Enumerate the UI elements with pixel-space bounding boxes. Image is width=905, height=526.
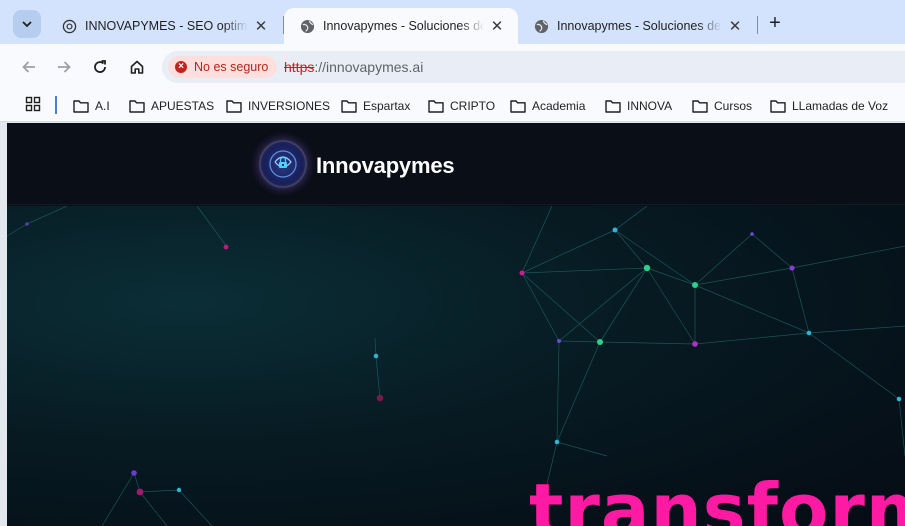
close-icon[interactable]: ✕ xyxy=(488,17,506,35)
bookmark-inversiones[interactable]: INVERSIONES xyxy=(226,96,330,116)
home-icon xyxy=(130,60,144,74)
globe-icon xyxy=(300,19,315,34)
reload-icon xyxy=(94,60,106,73)
bookmark-ai[interactable]: A.I xyxy=(73,96,110,116)
bookmark-innova[interactable]: INNOVA xyxy=(605,96,672,116)
bookmarks-bar: A.I APUESTAS INVERSIONES Espartax CRIPTO… xyxy=(0,90,905,122)
folder-icon xyxy=(605,100,621,113)
browser-window: INNOVAPYMES - SEO optimizado ✕ Innovapym… xyxy=(0,0,905,526)
window-edge xyxy=(0,123,7,526)
reload-button[interactable] xyxy=(87,54,113,80)
tab-title: INNOVAPYMES - SEO optimizado xyxy=(85,19,248,33)
site-brand[interactable]: Innovapymes xyxy=(316,153,455,179)
openai-icon xyxy=(62,19,77,34)
url-rest: ://innovapymes.ai xyxy=(314,59,424,75)
tab-1[interactable]: INNOVAPYMES - SEO optimizado ✕ xyxy=(46,8,282,44)
folder-icon xyxy=(129,100,145,113)
bookmark-label: CRIPTO xyxy=(450,99,496,113)
toolbar: × No es seguro https://innovapymes.ai xyxy=(0,44,905,90)
new-tab-button[interactable]: + xyxy=(764,12,786,34)
bookmark-cursos[interactable]: Cursos xyxy=(692,96,752,116)
bookmark-llamadas-de-voz[interactable]: LLamadas de Voz xyxy=(770,96,888,116)
folder-icon xyxy=(510,100,526,113)
tab-title: Innovapymes - Soluciones de IA xyxy=(557,19,722,33)
url-scheme: https xyxy=(284,59,315,75)
site-logo[interactable] xyxy=(259,140,307,188)
tab-strip: INNOVAPYMES - SEO optimizado ✕ Innovapym… xyxy=(0,0,905,44)
close-icon[interactable]: ✕ xyxy=(726,17,744,35)
arrow-right-icon xyxy=(58,61,71,73)
forward-button[interactable] xyxy=(51,54,77,80)
bookmark-label: Academia xyxy=(532,99,586,113)
bookmark-apuestas[interactable]: APUESTAS xyxy=(129,96,214,116)
folder-icon xyxy=(341,100,357,113)
security-chip[interactable]: × No es seguro xyxy=(168,56,278,78)
close-icon[interactable]: ✕ xyxy=(252,17,270,35)
chevron-down-icon xyxy=(22,21,32,28)
bookmarks-divider xyxy=(55,96,57,114)
folder-icon xyxy=(692,100,708,113)
bookmark-espartax[interactable]: Espartax xyxy=(341,96,410,116)
globe-icon xyxy=(534,19,549,34)
arrow-left-icon xyxy=(22,61,35,73)
bookmark-label: Cursos xyxy=(714,99,753,113)
bookmark-cripto[interactable]: CRIPTO xyxy=(428,96,495,116)
address-bar[interactable]: × No es seguro https://innovapymes.ai xyxy=(162,51,905,83)
home-button[interactable] xyxy=(124,54,150,80)
tab-search-button[interactable] xyxy=(13,10,41,38)
bookmark-label: APUESTAS xyxy=(151,99,215,113)
tab-3[interactable]: Innovapymes - Soluciones de IA ✕ xyxy=(518,8,756,44)
folder-icon xyxy=(73,100,89,113)
back-button[interactable] xyxy=(16,54,42,80)
hero-section: transforma xyxy=(7,206,905,526)
folder-icon xyxy=(770,100,786,113)
tab-2[interactable]: Innovapymes - Soluciones de IA ✕ xyxy=(284,8,518,44)
bookmark-label: INNOVA xyxy=(627,99,673,113)
bookmark-label: INVERSIONES xyxy=(248,99,331,113)
bookmark-academia[interactable]: Academia xyxy=(510,96,585,116)
web-page: Innovapymes transform xyxy=(7,123,905,526)
security-chip-label: No es seguro xyxy=(194,60,269,74)
bookmark-label: LLamadas de Voz xyxy=(792,99,889,113)
bookmark-label: A.I xyxy=(95,99,110,113)
hero-headline: transforma xyxy=(529,468,905,526)
tab-separator xyxy=(757,16,758,34)
tab-title: Innovapymes - Soluciones de IA xyxy=(323,19,484,33)
site-header: Innovapymes xyxy=(7,123,905,205)
warning-icon: × xyxy=(175,61,187,73)
ai-brain-icon xyxy=(269,150,297,178)
bookmark-label: Espartax xyxy=(363,99,411,113)
url-text[interactable]: https://innovapymes.ai xyxy=(284,59,423,75)
folder-icon xyxy=(226,100,242,113)
apps-icon[interactable] xyxy=(25,96,41,117)
folder-icon xyxy=(428,100,444,113)
